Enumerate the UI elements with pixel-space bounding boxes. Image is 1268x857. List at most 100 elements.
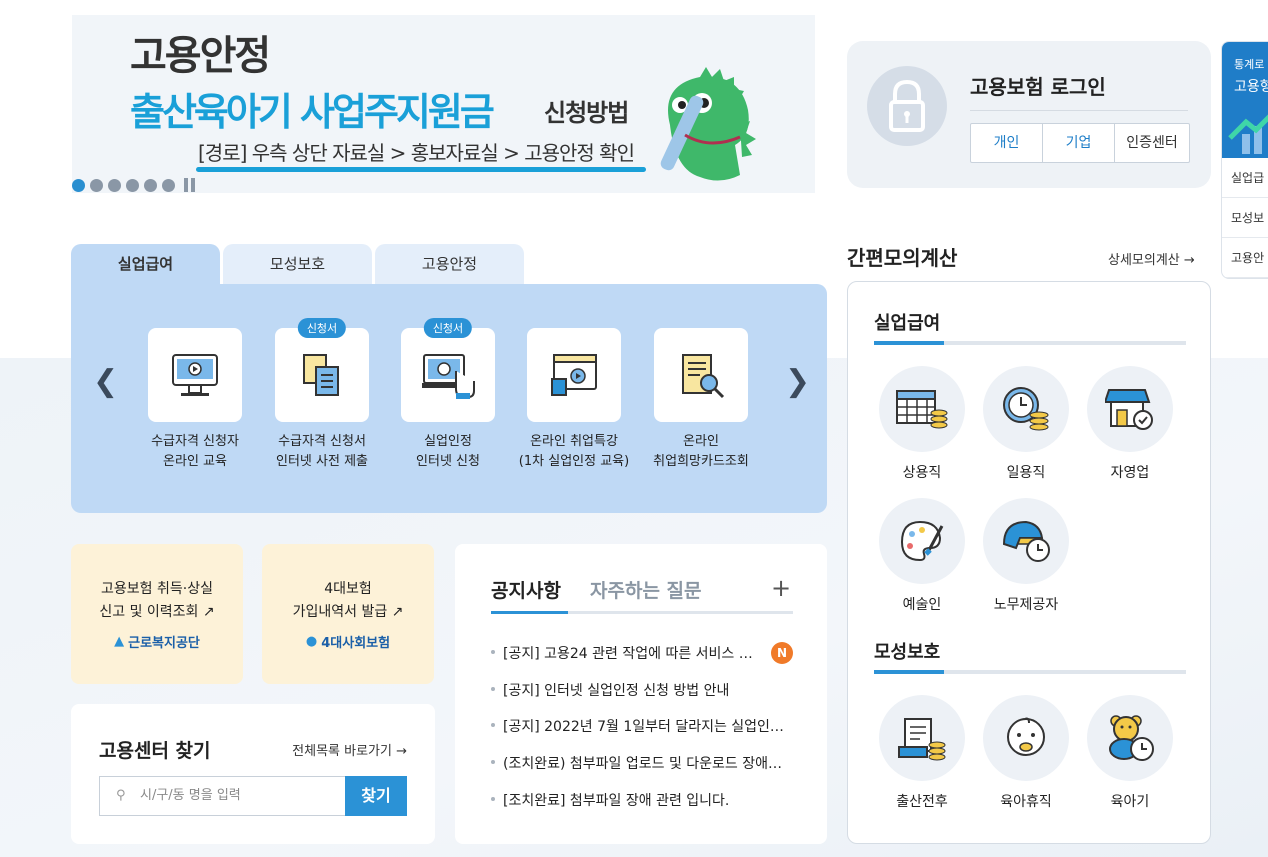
calc-parental-leave[interactable]: 육아휴직 — [976, 695, 1076, 811]
side-quick-panel: 통계로 고용형 실업급 모성보 고용안 — [1221, 41, 1268, 279]
banner-dot[interactable] — [144, 178, 157, 192]
banner-path: [경로] 우측 상단 자료실 > 홍보자료실 > 고용안정 확인 — [198, 141, 635, 165]
more-plus-icon[interactable]: + — [771, 574, 791, 602]
service-label: 인터넷 사전 제출 — [276, 454, 368, 469]
calc-childcare-period[interactable]: 육아기 — [1080, 695, 1180, 811]
calc-item-label: 예술인 — [902, 597, 942, 613]
search-input[interactable]: ⚲ 시/구/동 명을 입력 — [99, 776, 346, 816]
calc-section-title: 실업급여 — [874, 313, 941, 334]
calc-self-employed[interactable]: 자영업 — [1080, 366, 1180, 482]
calc-regular-worker[interactable]: 상용직 — [872, 366, 972, 482]
chart-icon — [1228, 114, 1268, 154]
document-search-icon — [654, 328, 748, 422]
banner-dot[interactable] — [90, 178, 103, 192]
chevron-right-icon[interactable]: ❯ — [785, 364, 810, 399]
banner-title: 고용안정 — [130, 33, 271, 79]
service-label: 온라인 취업특강 — [530, 434, 618, 449]
service-job-card-lookup[interactable]: 온라인 취업희망카드조회 — [639, 328, 763, 472]
link-label: 상세모의계산 — [1108, 253, 1180, 268]
calc-item-label: 상용직 — [902, 465, 942, 481]
computer-click-icon: 신청서 — [401, 318, 495, 422]
pause-icon[interactable] — [184, 178, 195, 192]
search-button[interactable]: 찾기 — [345, 776, 407, 816]
login-certificate-button[interactable]: 인증센터 — [1115, 124, 1189, 162]
login-personal-button[interactable]: 개인 — [971, 124, 1043, 162]
stats-banner-label: 통계로 — [1234, 58, 1265, 71]
notice-item[interactable]: [공지] 인터넷 실업인정 신청 방법 안내 — [491, 680, 791, 700]
calc-maternity-leave[interactable]: 출산전후 — [872, 695, 972, 811]
service-tabs: 실업급여 모성보호 고용안정 — [71, 244, 524, 284]
side-item[interactable]: 실업급 — [1222, 158, 1268, 198]
new-badge: N — [771, 642, 793, 664]
service-label: 인터넷 신청 — [416, 454, 480, 469]
search-icon: ⚲ — [116, 788, 126, 803]
side-item[interactable]: 고용안 — [1222, 238, 1268, 278]
monitor-play-icon — [148, 328, 242, 422]
logo-text: 근로복지공단 — [128, 636, 200, 651]
calc-daily-worker[interactable]: 일용직 — [976, 366, 1076, 482]
service-unemployment-recognition[interactable]: 신청서 실업인정 인터넷 신청 — [386, 318, 510, 472]
stats-banner[interactable]: 통계로 고용형 — [1222, 42, 1268, 158]
detailed-calc-link[interactable]: 상세모의계산 → — [1108, 249, 1195, 268]
notice-item[interactable]: (조치완료) 첨부파일 업로드 및 다운로드 장애… — [491, 753, 791, 773]
notice-item[interactable]: [조치완료] 첨부파일 장애 관련 입니다. — [491, 790, 791, 810]
notice-item[interactable]: [공지] 2022년 7월 1일부터 달라지는 실업인… — [491, 716, 791, 736]
external-link-icon: ↗ — [202, 604, 215, 620]
document-coins-icon — [879, 695, 965, 781]
tab-employment-stability[interactable]: 고용안정 — [375, 244, 524, 284]
teddy-bear-clock-icon — [1087, 695, 1173, 781]
helmet-clock-icon — [983, 498, 1069, 584]
calc-item-label: 육아기 — [1110, 794, 1150, 810]
external-link-icon: ↗ — [391, 604, 404, 620]
lock-icon — [867, 66, 947, 146]
banner-dot[interactable] — [108, 178, 121, 192]
calc-item-label: 출산전후 — [896, 794, 948, 810]
stats-banner-title: 고용형 — [1234, 79, 1268, 95]
card-label: 4대보험 — [324, 581, 372, 597]
dinosaur-mascot-icon — [660, 67, 756, 181]
calc-item-label: 육아휴직 — [1000, 794, 1052, 810]
calc-labor-provider[interactable]: 노무제공자 — [976, 498, 1076, 614]
banner-dot[interactable] — [162, 178, 175, 192]
notice-item[interactable]: [공지] 고용24 관련 작업에 따른 서비스 … — [491, 643, 763, 663]
service-label: 수급자격 신청자 — [151, 434, 239, 449]
quick-calc-panel: 실업급여 상용직 일용직 자영업 예술인 노무제공자 모성보호 출산전후 육아휴… — [847, 281, 1211, 844]
application-badge: 신청서 — [423, 318, 473, 338]
clock-coins-icon — [983, 366, 1069, 452]
login-company-button[interactable]: 기업 — [1043, 124, 1115, 162]
login-button-group: 개인 기업 인증센터 — [970, 123, 1190, 163]
tab-unemployment[interactable]: 실업급여 — [71, 244, 220, 284]
notice-tab-underline — [491, 611, 793, 614]
link-label: 전체목록 바로가기 — [292, 744, 392, 759]
card-label: 신고 및 이력조회 — [99, 604, 199, 620]
section-underline — [874, 341, 1186, 345]
calc-artist[interactable]: 예술인 — [872, 498, 972, 614]
banner-headline: 출산육아기 사업주지원금 — [130, 90, 495, 134]
palette-icon — [879, 498, 965, 584]
service-online-education[interactable]: 수급자격 신청자 온라인 교육 — [133, 328, 257, 472]
banner-dot[interactable] — [126, 178, 139, 192]
card-label: 가입내역서 발급 — [292, 604, 388, 620]
calc-item-label: 노무제공자 — [993, 597, 1059, 613]
logo-text: 4대사회보험 — [321, 636, 391, 651]
calc-item-label: 일용직 — [1006, 465, 1046, 481]
chevron-left-icon[interactable]: ❮ — [93, 364, 118, 399]
promo-banner[interactable]: 고용안정 출산육아기 사업주지원금 신청방법 [경로] 우측 상단 자료실 > … — [72, 15, 815, 193]
banner-pagination — [72, 178, 195, 192]
calc-item-label: 자영업 — [1110, 465, 1150, 481]
service-prior-submission[interactable]: 신청서 수급자격 신청서 인터넷 사전 제출 — [260, 318, 384, 472]
service-label: 취업희망카드조회 — [653, 454, 749, 469]
service-online-lecture[interactable]: 온라인 취업특강 (1차 실업인정 교육) — [512, 328, 636, 472]
full-list-link[interactable]: 전체목록 바로가기 → — [292, 740, 407, 759]
tab-notices[interactable]: 공지사항 — [491, 576, 561, 603]
tab-maternity[interactable]: 모성보호 — [223, 244, 372, 284]
service-tab-panel: ❮ ❯ 수급자격 신청자 온라인 교육 신청서 수급자격 신청서 인터넷 사전 제출… — [71, 284, 827, 513]
banner-dot[interactable] — [72, 178, 85, 192]
find-center-panel: 고용센터 찾기 전체목록 바로가기 → ⚲ 시/구/동 명을 입력 찾기 — [71, 704, 435, 844]
insurance-report-card[interactable]: 고용보험 취득·상실 신고 및 이력조회 ↗ ▲ 근로복지공단 — [71, 544, 243, 684]
side-item[interactable]: 모성보 — [1222, 198, 1268, 238]
login-panel: 고용보험 로그인 개인 기업 인증센터 — [847, 41, 1211, 188]
banner-underline — [196, 167, 646, 172]
insurance-certificate-card[interactable]: 4대보험 가입내역서 발급 ↗ ● 4대사회보험 — [262, 544, 434, 684]
tab-faq[interactable]: 자주하는 질문 — [590, 576, 702, 603]
